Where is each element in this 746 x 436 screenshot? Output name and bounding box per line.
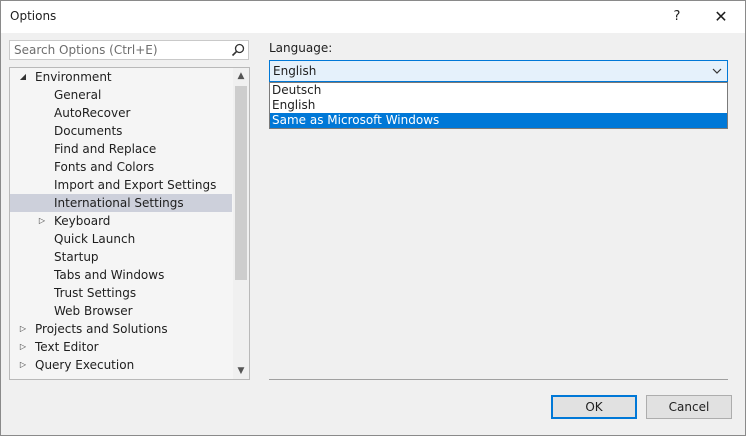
ok-button[interactable]: OK: [551, 395, 637, 419]
tree-item-documents[interactable]: Documents: [10, 122, 232, 140]
tree-item-autorecover[interactable]: AutoRecover: [10, 104, 232, 122]
collapsed-arrow-icon[interactable]: ▷: [18, 356, 28, 374]
tree-item-label: Environment: [35, 70, 112, 84]
tree-item-import-export-settings[interactable]: Import and Export Settings: [10, 176, 232, 194]
language-option-english[interactable]: English: [270, 98, 727, 113]
tree-item-label: Quick Launch: [54, 232, 136, 246]
language-option-deutsch[interactable]: Deutsch: [270, 83, 727, 98]
collapsed-arrow-icon[interactable]: ▷: [18, 338, 28, 356]
scroll-down-arrow-icon[interactable]: ▼: [233, 363, 249, 379]
collapsed-arrow-icon[interactable]: ▷: [18, 320, 28, 338]
tree-item-label: Documents: [54, 124, 123, 138]
tree-item-find-and-replace[interactable]: Find and Replace: [10, 140, 232, 158]
collapsed-arrow-icon[interactable]: ▷: [37, 212, 47, 230]
tree-item-projects-and-solutions[interactable]: ▷ Projects and Solutions: [10, 320, 232, 338]
tree-item-quick-launch[interactable]: Quick Launch: [10, 230, 232, 248]
separator: [269, 379, 728, 380]
help-button[interactable]: ?: [663, 1, 691, 33]
language-option-windows[interactable]: Same as Microsoft Windows: [270, 113, 727, 128]
close-button[interactable]: ✕: [705, 1, 737, 33]
tree-item-startup[interactable]: Startup: [10, 248, 232, 266]
search-input[interactable]: Search Options (Ctrl+E): [9, 40, 249, 60]
language-select[interactable]: English: [269, 60, 728, 82]
tree-item-trust-settings[interactable]: Trust Settings: [10, 284, 232, 302]
tree-item-label: Projects and Solutions: [35, 322, 168, 336]
tree-item-keyboard[interactable]: ▷ Keyboard: [10, 212, 232, 230]
search-icon[interactable]: [231, 43, 245, 57]
tree-item-international-settings[interactable]: International Settings: [10, 194, 232, 212]
tree-item-general[interactable]: General: [10, 86, 232, 104]
tree-item-label: International Settings: [54, 196, 184, 210]
tree-item-fonts-and-colors[interactable]: Fonts and Colors: [10, 158, 232, 176]
tree-item-label: Query Execution: [35, 358, 135, 372]
tree-item-label: Startup: [54, 250, 99, 264]
window-title: Options: [10, 9, 57, 23]
tree-item-label: Tabs and Windows: [54, 268, 165, 282]
language-selected-value: English: [273, 64, 317, 78]
tree-item-tabs-and-windows[interactable]: Tabs and Windows: [10, 266, 232, 284]
tree-item-label: Find and Replace: [54, 142, 157, 156]
language-dropdown-list[interactable]: Deutsch English Same as Microsoft Window…: [269, 82, 728, 129]
expanded-arrow-icon[interactable]: ◢: [18, 68, 28, 86]
tree-item-web-browser[interactable]: Web Browser: [10, 302, 232, 320]
tree-item-label: AutoRecover: [54, 106, 131, 120]
tree-item-label: Web Browser: [54, 304, 133, 318]
chevron-down-icon[interactable]: [711, 65, 723, 77]
title-bar: Options ? ✕: [1, 1, 745, 33]
tree-item-label: General: [54, 88, 102, 102]
tree-item-environment[interactable]: ◢ Environment: [10, 68, 232, 86]
options-dialog: Options ? ✕ Search Options (Ctrl+E) ◢ En…: [0, 0, 746, 436]
tree-item-label: Import and Export Settings: [54, 178, 217, 192]
tree-item-label: Keyboard: [54, 214, 111, 228]
options-tree[interactable]: ◢ Environment General AutoRecover Docume…: [9, 67, 250, 380]
tree-scrollbar[interactable]: ▲ ▼: [233, 68, 249, 379]
cancel-button[interactable]: Cancel: [646, 395, 732, 419]
tree-item-label: Trust Settings: [54, 286, 137, 300]
scroll-up-arrow-icon[interactable]: ▲: [233, 68, 249, 84]
search-placeholder: Search Options (Ctrl+E): [14, 43, 158, 57]
tree-item-label: Fonts and Colors: [54, 160, 155, 174]
tree-item-label: Text Editor: [35, 340, 99, 354]
tree-item-text-editor[interactable]: ▷ Text Editor: [10, 338, 232, 356]
language-label: Language:: [269, 41, 333, 55]
tree-item-query-execution[interactable]: ▷ Query Execution: [10, 356, 232, 374]
scroll-thumb[interactable]: [235, 86, 247, 280]
